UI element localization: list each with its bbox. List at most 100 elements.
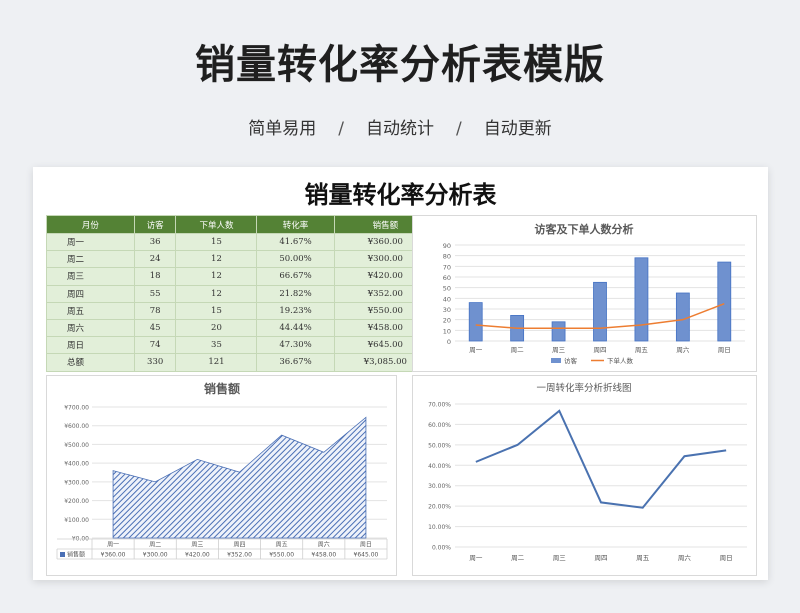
y-tick-label: 60.00% — [428, 422, 451, 429]
y-tick-label: 10.00% — [428, 524, 451, 531]
table-cell: 周五 — [46, 301, 135, 320]
visitor-orders-chart: 访客及下单人数分析 0 10 20 30 40 50 60 70 80 90 周一 周二 周三 周四 周五 周六… — [443, 222, 745, 365]
table-cell: 45 — [133, 318, 177, 338]
legend-swatch-sales — [60, 552, 65, 557]
separator: / — [338, 119, 344, 139]
y-tick-label: 30.00% — [428, 483, 451, 490]
table-cell: 78 — [133, 301, 177, 320]
table-cell: 周三 — [46, 267, 135, 286]
conversion-line-chart: 一周转化率分析折线图 0.00% 10.00% 20.00% 30.00% 40.00% 5… — [428, 382, 747, 562]
data-label: ¥550.00 — [269, 552, 294, 559]
x-tick-label: 周日 — [360, 542, 372, 549]
table-header-row: 月份 访客 下单人数 转化率 销售额 — [46, 215, 438, 234]
table-cell: 周二 — [46, 250, 135, 269]
x-tick-label: 周四 — [595, 554, 608, 562]
y-tick-label: ¥600.00 — [64, 423, 89, 430]
column-header: 月份 — [46, 215, 135, 234]
x-tick-label: 周三 — [552, 346, 566, 354]
table-cell: 50.00% — [256, 250, 335, 269]
table-cell: 19.23% — [256, 301, 335, 320]
feature-auto-stat: 自动统计 — [366, 119, 434, 139]
y-tick-label: 20 — [443, 317, 451, 325]
x-tick-label: 周四 — [233, 542, 245, 549]
y-tick-label: 40 — [443, 295, 451, 303]
table-cell: 24 — [133, 250, 177, 269]
y-tick-label: 50 — [443, 285, 451, 293]
table-cell: 18 — [133, 267, 177, 286]
x-tick-label: 周六 — [318, 541, 330, 549]
sales-chart-panel: 销售额 ¥0.00 ¥100.00 ¥200.00 ¥300.00 ¥400.00 ¥500… — [46, 375, 397, 576]
table-cell: 55 — [133, 284, 177, 303]
y-tick-label: 0 — [447, 338, 451, 346]
table-cell: 36 — [133, 232, 177, 252]
y-tick-label: 10 — [443, 327, 451, 335]
column-header: 访客 — [133, 215, 177, 234]
sales-area-chart: 销售额¥0.00¥100.00¥200.00¥300.00¥400.00¥500… — [56, 381, 388, 560]
page-title: 销量转化率分析表模版 — [195, 42, 605, 88]
table-cell: 66.67% — [256, 267, 335, 286]
table-cell: 121 — [175, 353, 258, 372]
data-label: ¥645.00 — [354, 552, 379, 559]
x-tick-label: 周六 — [676, 345, 690, 354]
table-cell: 12 — [175, 267, 258, 286]
data-table: 月份 访客 下单人数 转化率 销售额 周一 36 15 41.67% ¥360.00 周二 24 12… — [46, 215, 438, 372]
y-tick-label: ¥100.00 — [64, 517, 89, 524]
y-tick-label: 30 — [443, 306, 451, 314]
y-tick-label: 50.00% — [428, 442, 451, 449]
table-cell: 周六 — [46, 318, 135, 338]
x-tick-label: 周五 — [636, 554, 650, 562]
feature-easy: 简单易用 — [248, 119, 317, 139]
x-tick-label: 周二 — [149, 542, 161, 549]
table-cell: 35 — [175, 336, 258, 355]
y-tick-label: 20.00% — [428, 504, 451, 511]
conversion-chart-panel: 一周转化率分析折线图 0.00% 10.00% 20.00% 30.00% 40.00% 5… — [412, 375, 757, 576]
bar-visitors — [675, 292, 690, 342]
data-label: ¥360.00 — [101, 552, 126, 559]
y-tick-label: 0.00% — [432, 545, 451, 552]
table-row: 周日 74 35 47.30% ¥645.00 — [46, 336, 438, 355]
table-cell: 74 — [133, 336, 177, 355]
bar-visitors — [468, 302, 483, 342]
total-row: 总额 330 121 36.67% ¥3,085.00 — [46, 353, 438, 372]
visitor-orders-chart-panel: 访客及下单人数分析 0 10 20 30 40 50 60 70 80 90 周一 周二 周三 周四 周五 周六… — [412, 215, 757, 372]
y-tick-label: ¥500.00 — [64, 442, 89, 449]
x-tick-label: 周三 — [553, 554, 567, 562]
y-tick-label: ¥700.00 — [64, 405, 89, 412]
bar-visitors — [634, 257, 649, 342]
table-cell: 21.82% — [256, 284, 335, 303]
column-header: 下单人数 — [175, 215, 258, 234]
table-cell: 330 — [133, 353, 177, 372]
table-cell: 41.67% — [256, 232, 335, 252]
table-cell: 15 — [175, 301, 258, 320]
y-tick-label: ¥200.00 — [64, 498, 89, 505]
data-label: ¥458.00 — [311, 552, 336, 559]
chart-title: 销售额 — [204, 381, 240, 396]
separator: / — [456, 119, 462, 139]
table-cell: 36.67% — [256, 353, 335, 372]
x-tick-label: 周一 — [107, 542, 119, 549]
data-label: ¥420.00 — [185, 552, 210, 559]
y-tick-label: 40.00% — [428, 463, 451, 470]
x-tick-label: 周四 — [594, 346, 607, 354]
table-row: 周二 24 12 50.00% ¥300.00 — [46, 250, 438, 269]
x-tick-label: 周一 — [469, 554, 483, 562]
legend-swatch-visitors — [551, 358, 561, 363]
x-tick-label: 周日 — [720, 554, 733, 562]
x-tick-label: 周日 — [718, 346, 731, 354]
y-tick-label: 70.00% — [428, 402, 451, 409]
chart-title: 访客及下单人数分析 — [535, 222, 634, 236]
y-tick-label: 80 — [443, 253, 451, 261]
y-tick-label: 60 — [443, 274, 451, 282]
data-label: ¥352.00 — [227, 552, 252, 559]
x-tick-label: 周五 — [276, 542, 288, 549]
legend-label-orders: 下单人数 — [607, 356, 634, 365]
legend-label-visitors: 访客 — [564, 356, 578, 365]
y-tick-label: ¥400.00 — [64, 461, 89, 468]
x-tick-label: 周一 — [469, 346, 483, 354]
table-cell: 周四 — [46, 284, 135, 303]
table-cell: 12 — [175, 250, 258, 269]
table-cell: 20 — [175, 318, 258, 338]
table-cell: 周一 — [46, 232, 135, 252]
area-sales — [112, 416, 367, 539]
table-cell: 15 — [175, 232, 258, 252]
